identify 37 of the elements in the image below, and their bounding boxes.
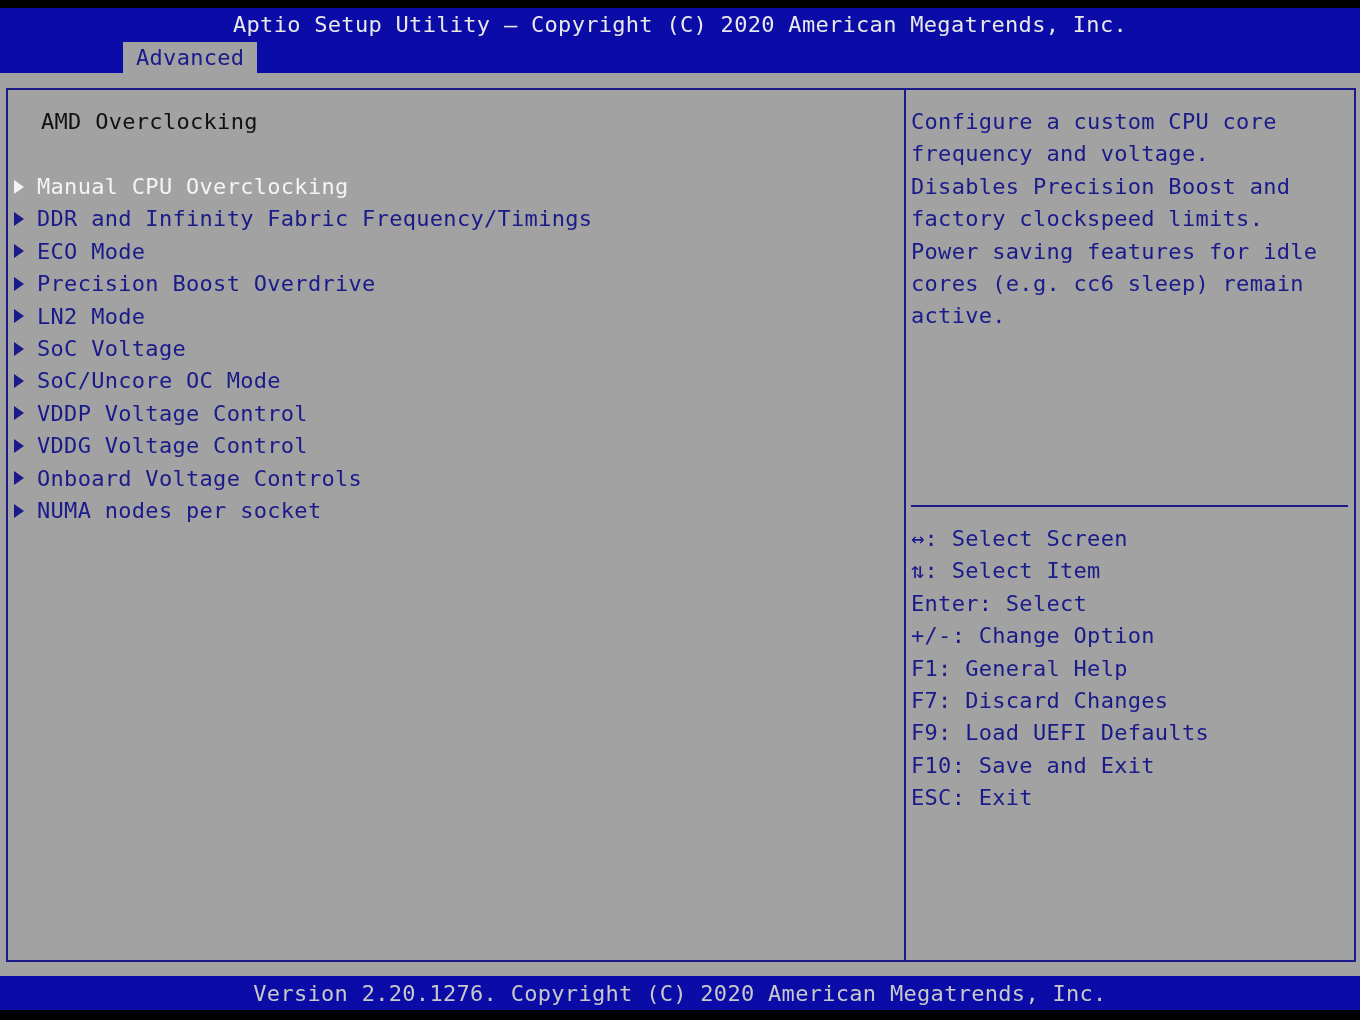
triangle-icon — [14, 471, 24, 486]
menu-item[interactable]: DDR and Infinity Fabric Frequency/Timings — [8, 202, 904, 236]
key-hint: F7: Discard Changes — [911, 687, 1170, 716]
triangle-icon — [14, 212, 24, 226]
menu-item[interactable]: VDDG Voltage Control — [8, 429, 904, 462]
key-hint: ESC: Exit — [911, 784, 1034, 813]
page-heading: AMD Overclocking — [40, 108, 259, 136]
triangle-icon — [14, 244, 24, 259]
triangle-icon — [14, 503, 24, 518]
version-text: Version 2.20.1276. Copyright (C) 2020 American Megatrends, Inc. — [253, 980, 1107, 1006]
key-hint: ↔: Select Screen — [911, 525, 1129, 553]
triangle-icon — [14, 309, 24, 324]
help-text: Configure a custom CPU core frequency and voltage. — [911, 108, 1278, 169]
window-title: Aptio Setup Utility – Copyright (C) 2020 American Megatrends, Inc. — [232, 11, 1128, 39]
menu-item[interactable]: SoC/Uncore OC Mode — [8, 364, 904, 398]
key-hint: F10: Save and Exit — [911, 751, 1156, 780]
menu-item[interactable]: Precision Boost Overdrive — [8, 267, 904, 300]
menu-item[interactable]: NUMA nodes per socket — [8, 494, 904, 527]
triangle-icon — [14, 179, 24, 194]
key-hint: ⇅: Select Item — [911, 557, 1102, 586]
menu-item[interactable]: Onboard Voltage Controls — [8, 461, 904, 495]
triangle-icon — [14, 276, 24, 291]
triangle-icon — [14, 341, 24, 356]
key-hint: F9: Load UEFI Defaults — [911, 719, 1210, 748]
tab[interactable]: Advanced — [123, 42, 258, 73]
triangle-icon — [14, 406, 24, 421]
menu-item[interactable]: VDDP Voltage Control — [8, 397, 904, 430]
menu-item[interactable]: LN2 Mode — [8, 299, 904, 333]
help-text: Power saving features for idle cores (e.g. cc6 sleep) remain active. — [911, 237, 1319, 331]
key-hint: +/-: Change Option — [911, 622, 1156, 651]
menu-item[interactable]: SoC Voltage — [8, 332, 904, 365]
triangle-icon — [14, 373, 24, 388]
help-text: Disables Precision Boost and factory clockspeed limits. — [911, 172, 1292, 234]
key-hint: F1: General Help — [911, 654, 1129, 683]
key-hint: Enter: Select — [911, 589, 1089, 618]
menu-item[interactable]: ECO Mode — [8, 235, 904, 268]
triangle-icon — [14, 438, 24, 453]
